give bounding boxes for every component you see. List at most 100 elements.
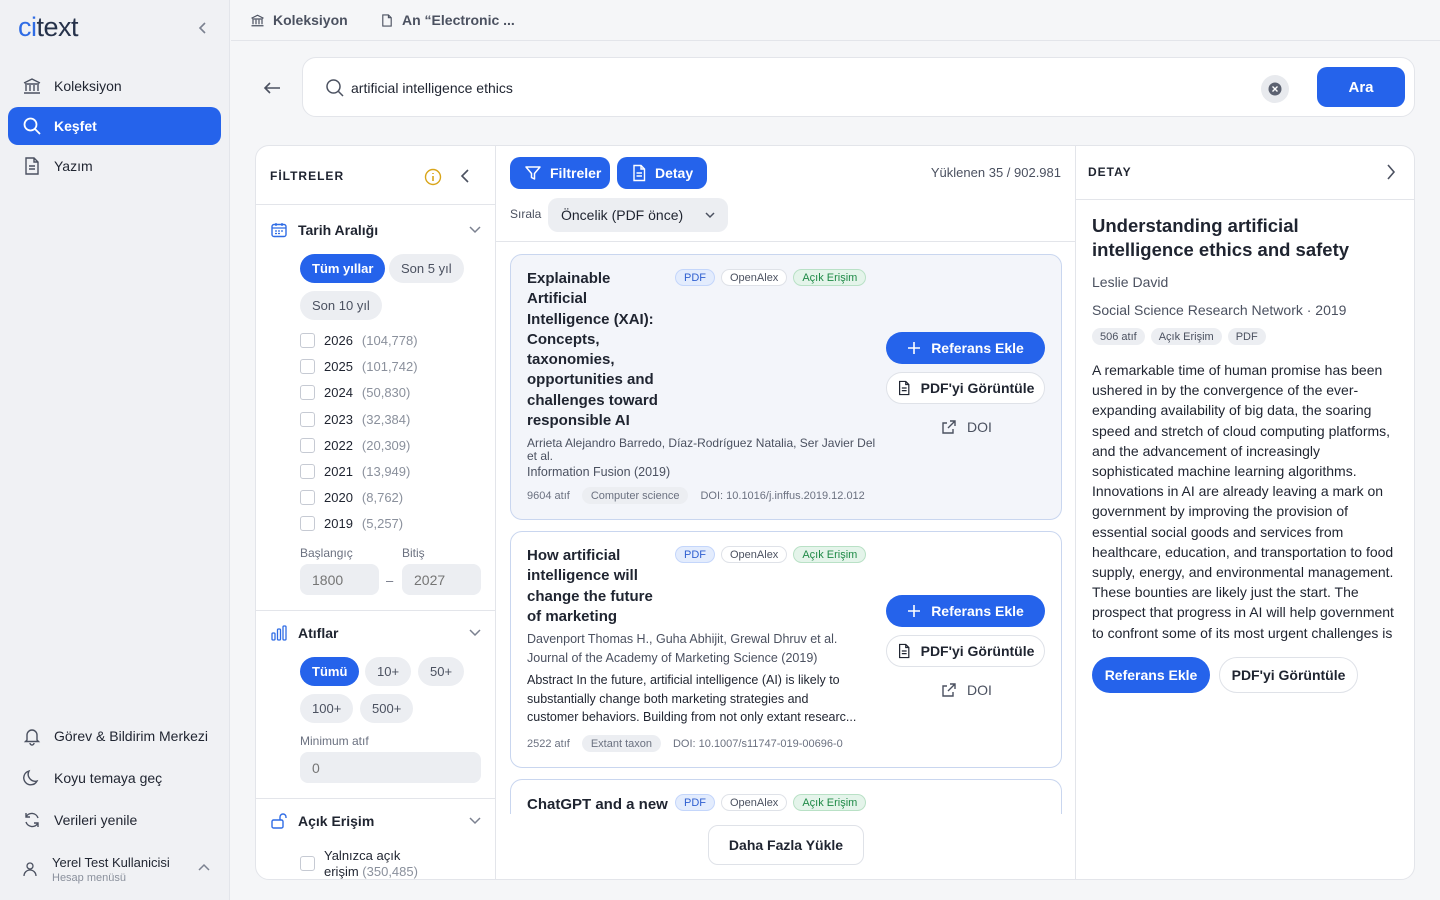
- doi-link[interactable]: DOI: [941, 419, 992, 435]
- pill-last-10-years[interactable]: Son 10 yıl: [300, 291, 382, 320]
- sidebar-item-yazim[interactable]: Yazım: [8, 147, 221, 185]
- citations-section-toggle[interactable]: Atıflar: [270, 622, 482, 644]
- add-reference-button[interactable]: Referans Ekle: [886, 332, 1045, 364]
- sidebar-item-dark-theme[interactable]: Koyu temaya geç: [8, 759, 221, 797]
- checkbox[interactable]: [300, 516, 315, 531]
- result-card[interactable]: Explainable Artificial Intelligence (XAI):…: [510, 254, 1062, 520]
- unlock-icon: [270, 812, 288, 830]
- doi-text: DOI: 10.1016/j.inffus.2019.12.012: [700, 489, 865, 502]
- divider: [496, 241, 1075, 242]
- checkbox[interactable]: [300, 856, 315, 871]
- open-access-section-toggle[interactable]: Açık Erişim: [270, 810, 482, 832]
- search-bar: Ara: [302, 57, 1415, 117]
- pill-last-5-years[interactable]: Son 5 yıl: [389, 254, 464, 283]
- min-citations-input[interactable]: [300, 752, 481, 783]
- date-range-section-toggle[interactable]: Tarih Aralığı: [270, 219, 482, 241]
- app-logo[interactable]: citext: [18, 12, 79, 43]
- clear-search-button[interactable]: [1261, 75, 1289, 103]
- section-label: Açık Erişim: [298, 813, 375, 829]
- pill-citations-100[interactable]: 100+: [300, 694, 354, 723]
- chevron-up-icon: [197, 861, 211, 875]
- search-button[interactable]: Ara: [1317, 67, 1405, 107]
- checkbox[interactable]: [300, 333, 315, 348]
- year-label: 2024: [324, 385, 353, 400]
- sidebar-item-refresh[interactable]: Verileri yenile: [8, 801, 221, 839]
- detail-view-pdf-button[interactable]: PDF'yi Görüntüle: [1219, 657, 1358, 693]
- sidebar-item-koleksiyon[interactable]: Koleksiyon: [8, 67, 221, 105]
- library-icon: [22, 76, 42, 96]
- result-card[interactable]: How artificial intelligence will change th…: [510, 531, 1062, 768]
- open-access-checkbox-row[interactable]: Yalnızca açık erişim (350,485): [300, 848, 418, 879]
- filters-toggle-button[interactable]: Filtreler: [510, 157, 610, 189]
- year-checkbox-row[interactable]: 2021 (13,949): [300, 464, 410, 479]
- external-link-icon: [941, 682, 957, 698]
- account-menu-label: Hesap menüsü: [52, 871, 126, 884]
- section-label: Atıflar: [298, 625, 339, 641]
- info-icon[interactable]: [424, 168, 442, 186]
- year-count: (20,309): [361, 438, 411, 453]
- button-label: PDF'yi Görüntüle: [920, 643, 1035, 659]
- pdf-badge: PDF: [675, 794, 715, 811]
- chevron-right-icon[interactable]: [1384, 163, 1398, 181]
- checkbox[interactable]: [300, 438, 315, 453]
- view-pdf-button[interactable]: PDF'yi Görüntüle: [886, 372, 1045, 404]
- pill-all-years[interactable]: Tüm yıllar: [300, 254, 386, 283]
- open-access-badge: Açık Erişim: [1150, 328, 1222, 345]
- document-icon: [22, 156, 42, 176]
- end-year-input[interactable]: [402, 564, 481, 595]
- add-reference-button[interactable]: Referans Ekle: [886, 595, 1045, 627]
- load-more-button[interactable]: Daha Fazla Yükle: [708, 825, 864, 865]
- divider: [256, 798, 495, 799]
- doi-link[interactable]: DOI: [941, 682, 992, 698]
- year-checkbox-row[interactable]: 2022 (20,309): [300, 438, 410, 453]
- collapse-filters-button[interactable]: [458, 168, 472, 184]
- detail-add-reference-button[interactable]: Referans Ekle: [1092, 657, 1210, 693]
- year-checkbox-row[interactable]: 2020 (8,762): [300, 490, 403, 505]
- collapse-sidebar-button[interactable]: [192, 17, 214, 39]
- breadcrumb-koleksiyon[interactable]: Koleksiyon: [250, 12, 348, 28]
- search-input[interactable]: [351, 76, 1231, 100]
- detail-author: Leslie David: [1092, 274, 1169, 290]
- sort-select[interactable]: Öncelik (PDF önce): [548, 198, 728, 232]
- year-checkbox-row[interactable]: 2024 (50,830): [300, 385, 410, 400]
- back-button[interactable]: [258, 74, 286, 102]
- start-year-input[interactable]: [300, 564, 379, 595]
- breadcrumb-document[interactable]: An “Electronic ...: [380, 12, 515, 28]
- checkbox[interactable]: [300, 359, 315, 374]
- account-menu[interactable]: Yerel Test Kullanicisi Hesap menüsü: [8, 848, 221, 890]
- checkbox[interactable]: [300, 490, 315, 505]
- detail-abstract: A remarkable time of human promise has b…: [1092, 362, 1394, 641]
- pill-citations-50[interactable]: 50+: [418, 657, 465, 686]
- year-checkbox-row[interactable]: 2019 (5,257): [300, 516, 403, 531]
- pill-citations-500[interactable]: 500+: [360, 694, 414, 723]
- year-label: 2019: [324, 516, 353, 531]
- result-badges: PDF OpenAlex Açık Erişim: [675, 269, 867, 286]
- result-venue: Information Fusion (2019): [527, 465, 671, 479]
- year-checkbox-row[interactable]: 2025 (101,742): [300, 359, 418, 374]
- filters-title: FİLTRELER: [270, 169, 345, 183]
- year-checkbox-row[interactable]: 2023 (32,384): [300, 412, 410, 427]
- detail-toggle-button[interactable]: Detay: [617, 157, 707, 189]
- calendar-icon: [270, 221, 288, 239]
- topic-tag: Computer science: [581, 487, 689, 504]
- pill-citations-10[interactable]: 10+: [365, 657, 412, 686]
- pill-citations-all[interactable]: Tümü: [300, 657, 360, 686]
- checkbox[interactable]: [300, 412, 315, 427]
- sidebar-item-kesfet[interactable]: Keşfet: [8, 107, 221, 145]
- pdf-badge: PDF: [1227, 328, 1266, 345]
- checkbox[interactable]: [300, 464, 315, 479]
- year-label: 2025: [324, 359, 353, 374]
- year-checkbox-row[interactable]: 2026 (104,778): [300, 333, 418, 348]
- sidebar-item-label: Görev & Bildirim Merkezi: [54, 728, 209, 744]
- result-abstract: Abstract In the future, artificial intel…: [527, 673, 857, 724]
- user-name: Yerel Test Kullanicisi: [52, 854, 170, 870]
- open-access-badge: Açık Erişim: [793, 269, 867, 286]
- year-count: (13,949): [361, 464, 411, 479]
- sidebar-item-label: Verileri yenile: [54, 812, 138, 828]
- view-pdf-button[interactable]: PDF'yi Görüntüle: [886, 635, 1045, 667]
- year-label: 2023: [324, 412, 353, 427]
- checkbox[interactable]: [300, 385, 315, 400]
- bell-icon: [22, 726, 42, 746]
- open-access-badge: Açık Erişim: [793, 794, 867, 811]
- sidebar-item-notifications[interactable]: Görev & Bildirim Merkezi: [8, 717, 221, 755]
